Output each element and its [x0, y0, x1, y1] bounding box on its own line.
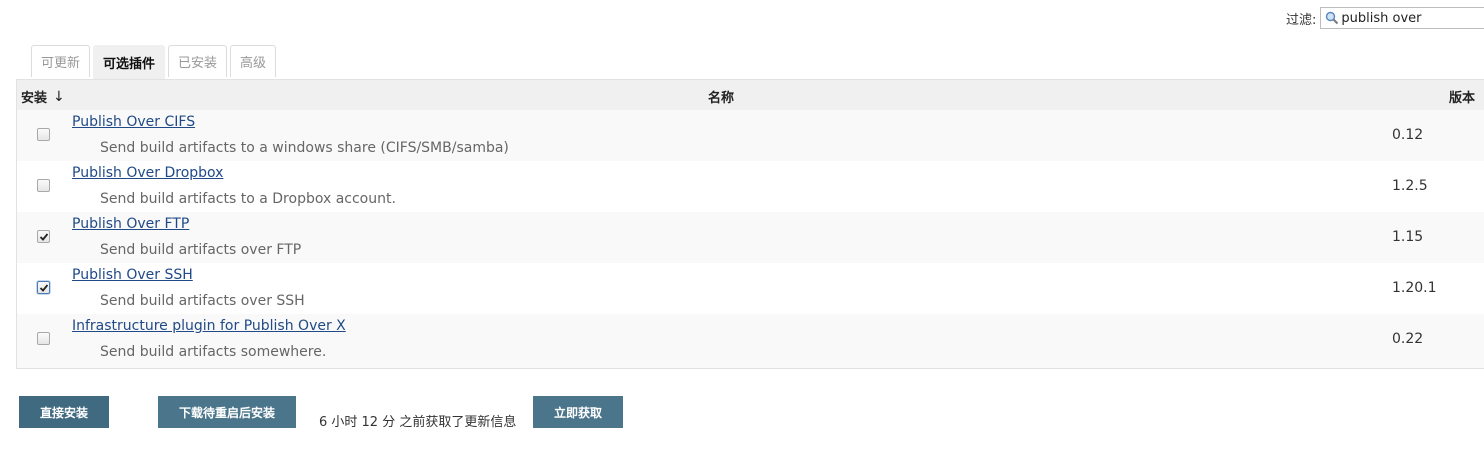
install-checkbox[interactable] [37, 179, 50, 192]
table-row: Infrastructure plugin for Publish Over X… [17, 314, 1484, 368]
plugin-name-link[interactable]: Publish Over FTP [72, 216, 189, 232]
plugin-name-link[interactable]: Publish Over CIFS [72, 114, 195, 130]
table-row: Publish Over SSH Send build artifacts ov… [17, 263, 1484, 314]
install-header-label: 安装 [21, 91, 48, 106]
install-checkbox[interactable] [37, 332, 50, 345]
version-column-header[interactable]: 版本 [1449, 87, 1475, 106]
plugin-table: 安装 ↓ 名称 版本 Publish Over CIFS Send build … [16, 79, 1484, 369]
fetch-now-button[interactable]: 立即获取 [533, 396, 623, 428]
search-icon [1326, 11, 1339, 25]
name-column-header[interactable]: 名称 [708, 87, 734, 106]
tab-bar: 可更新 可选插件 已安装 高级 [31, 45, 279, 79]
plugin-name-link[interactable]: Publish Over Dropbox [72, 165, 223, 181]
plugin-name-link[interactable]: Infrastructure plugin for Publish Over X [72, 318, 346, 334]
table-row: Publish Over FTP Send build artifacts ov… [17, 212, 1484, 263]
install-now-button[interactable]: 直接安装 [19, 396, 109, 428]
plugin-manager-page: 过滤: 可更新 可选插件 已安装 高级 安装 ↓ 名称 版本 Publish O… [0, 0, 1484, 456]
plugin-version: 1.15 [1392, 229, 1424, 245]
install-checkbox[interactable] [37, 281, 50, 294]
install-checkbox[interactable] [37, 230, 50, 243]
plugin-description: Send build artifacts over SSH [100, 293, 305, 309]
tab-available[interactable]: 可选插件 [93, 45, 166, 79]
plugin-description: Send build artifacts to a Dropbox accoun… [100, 191, 396, 207]
update-info-text: 6 小时 12 分 之前获取了更新信息 [319, 415, 517, 430]
tab-updates[interactable]: 可更新 [31, 45, 91, 77]
download-restart-button[interactable]: 下载待重启后安装 [158, 396, 296, 428]
tab-advanced[interactable]: 高级 [230, 45, 277, 77]
table-row: Publish Over Dropbox Send build artifact… [17, 161, 1484, 212]
filter-bar: 过滤: [1286, 6, 1484, 30]
checkmark-icon [39, 284, 49, 292]
table-row: Publish Over CIFS Send build artifacts t… [17, 110, 1484, 161]
plugin-version: 0.12 [1392, 127, 1424, 143]
plugin-version: 0.22 [1392, 331, 1424, 347]
plugin-description: Send build artifacts to a windows share … [100, 140, 509, 156]
plugin-name-link[interactable]: Publish Over SSH [72, 267, 193, 283]
plugin-version: 1.2.5 [1392, 178, 1428, 194]
plugin-description: Send build artifacts over FTP [100, 242, 302, 258]
tab-installed[interactable]: 已安装 [168, 45, 228, 77]
filter-input[interactable] [1341, 8, 1484, 28]
table-header: 安装 ↓ 名称 版本 [17, 80, 1484, 110]
install-checkbox[interactable] [37, 128, 50, 141]
filter-label: 过滤: [1286, 12, 1317, 28]
plugin-description: Send build artifacts somewhere. [100, 344, 327, 360]
plugin-version: 1.20.1 [1392, 280, 1437, 296]
sort-arrow-icon: ↓ [53, 88, 65, 105]
filter-box[interactable] [1320, 7, 1484, 29]
checkmark-icon [39, 233, 49, 241]
install-column-header[interactable]: 安装 ↓ [21, 87, 65, 107]
